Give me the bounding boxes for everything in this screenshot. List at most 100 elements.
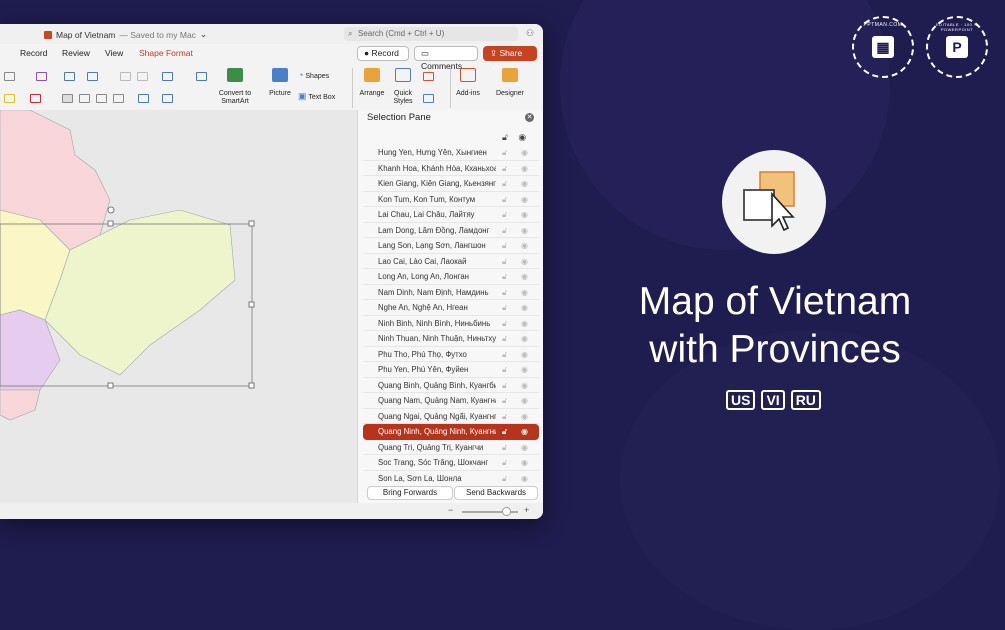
- eye-icon[interactable]: ◉: [521, 223, 528, 239]
- eye-icon[interactable]: ◉: [521, 300, 528, 316]
- lock-icon[interactable]: 🔓︎: [502, 362, 507, 378]
- selection-list-item[interactable]: Soc Trang, Sóc Trăng, Шокчанг 🔓︎ ◉: [363, 455, 539, 471]
- lock-icon[interactable]: 🔓︎: [502, 424, 507, 440]
- justify-icon[interactable]: [113, 94, 124, 103]
- font-color-icon[interactable]: [4, 72, 15, 81]
- selection-list-item[interactable]: Ninh Thuan, Ninh Thuận, Ниньтхуан 🔓︎ ◉: [363, 331, 539, 347]
- lock-icon[interactable]: 🔓︎: [502, 223, 507, 239]
- eye-icon[interactable]: ◉: [521, 161, 528, 177]
- eye-icon[interactable]: ◉: [521, 176, 528, 192]
- lock-icon[interactable]: 🔓︎: [502, 440, 507, 456]
- close-icon[interactable]: ✕: [525, 113, 534, 122]
- selection-list-item[interactable]: Quang Ngai, Quảng Ngãi, Куангнгай 🔓︎ ◉: [363, 409, 539, 425]
- comments-button[interactable]: ▭ Comments: [414, 46, 478, 71]
- slide-canvas[interactable]: [0, 110, 357, 503]
- lock-icon[interactable]: 🔓︎: [502, 378, 507, 394]
- eye-icon[interactable]: ◉: [521, 424, 528, 440]
- eye-icon[interactable]: ◉: [521, 440, 528, 456]
- align-text-icon[interactable]: [162, 94, 173, 103]
- align-left-icon[interactable]: [62, 94, 73, 103]
- lock-icon[interactable]: 🔓︎: [502, 192, 507, 208]
- tab-record[interactable]: Record: [20, 48, 47, 58]
- lock-icon[interactable]: 🔓︎: [502, 300, 507, 316]
- eye-icon[interactable]: ◉: [521, 238, 528, 254]
- vietnam-map[interactable]: [0, 110, 357, 503]
- quick-styles-button[interactable]: Quick Styles: [390, 68, 416, 106]
- eye-icon[interactable]: ◉: [521, 393, 528, 409]
- document-title[interactable]: Map of Vietnam — Saved to my Mac ⌄: [44, 29, 207, 40]
- eye-icon[interactable]: ◉: [521, 347, 528, 363]
- decrease-indent-icon[interactable]: [120, 72, 131, 81]
- arrange-button[interactable]: Arrange: [357, 68, 387, 97]
- selection-list-item[interactable]: Phu Tho, Phú Thọ, Футхо 🔓︎ ◉: [363, 347, 539, 363]
- eye-icon[interactable]: ◉: [521, 316, 528, 332]
- zoom-out-button[interactable]: −: [448, 505, 453, 515]
- tab-review[interactable]: Review: [62, 48, 90, 58]
- align-right-icon[interactable]: [96, 94, 107, 103]
- text-direction-icon[interactable]: [138, 94, 149, 103]
- selection-list-item[interactable]: Lang Son, Lạng Sơn, Лангшон 🔓︎ ◉: [363, 238, 539, 254]
- tab-view[interactable]: View: [105, 48, 123, 58]
- lock-icon[interactable]: 🔓︎: [502, 254, 507, 270]
- selection-list-item[interactable]: Son La, Sơn La, Шонла 🔓︎ ◉: [363, 471, 539, 486]
- selection-list-item[interactable]: Long An, Long An, Лонган 🔓︎ ◉: [363, 269, 539, 285]
- show-all-icon[interactable]: ◉: [518, 132, 526, 142]
- eye-icon[interactable]: ◉: [521, 192, 528, 208]
- increase-indent-icon[interactable]: [137, 72, 148, 81]
- selection-list-item[interactable]: Khanh Hoa, Khánh Hòa, Кханьхоа 🔓︎ ◉: [363, 161, 539, 177]
- lock-icon[interactable]: 🔓︎: [502, 145, 507, 161]
- selection-list-item[interactable]: Lao Cai, Lào Cai, Лаокай 🔓︎ ◉: [363, 254, 539, 270]
- selection-list-item[interactable]: Hung Yen, Hưng Yên, Хынгиен 🔓︎ ◉: [363, 145, 539, 161]
- bullets-icon[interactable]: [64, 72, 75, 81]
- send-backwards-button[interactable]: Send Backwards: [454, 486, 538, 500]
- selection-list-item[interactable]: Nam Dinh, Nam Định, Намдинь 🔓︎ ◉: [363, 285, 539, 301]
- selection-list-item[interactable]: Quang Tri, Quảng Trị, Куангчи 🔓︎ ◉: [363, 440, 539, 456]
- selection-list-item[interactable]: Lai Chau, Lai Châu, Лайтяу 🔓︎ ◉: [363, 207, 539, 223]
- selection-list-item[interactable]: Phu Yen, Phú Yên, Фуйен 🔓︎ ◉: [363, 362, 539, 378]
- eye-icon[interactable]: ◉: [521, 409, 528, 425]
- textbox-button[interactable]: ▣ Text Box: [298, 91, 344, 102]
- lock-icon[interactable]: 🔓︎: [502, 161, 507, 177]
- picture-button[interactable]: Picture: [265, 68, 295, 97]
- eye-icon[interactable]: ◉: [521, 331, 528, 347]
- lock-icon[interactable]: 🔓︎: [502, 331, 507, 347]
- eye-icon[interactable]: ◉: [521, 455, 528, 471]
- tab-shape-format[interactable]: Shape Format: [139, 48, 193, 58]
- selection-list-item[interactable]: Nghe An, Nghệ An, Нгеан 🔓︎ ◉: [363, 300, 539, 316]
- selection-list-item[interactable]: Kon Tum, Kon Tum, Контум 🔓︎ ◉: [363, 192, 539, 208]
- selection-list-item[interactable]: Quang Binh, Quảng Bình, Куангбинь 🔓︎ ◉: [363, 378, 539, 394]
- text-color-icon[interactable]: [30, 94, 41, 103]
- lock-icon[interactable]: 🔓︎: [502, 409, 507, 425]
- selection-list-item[interactable]: Ninh Binh, Ninh Bình, Ниньбинь 🔓︎ ◉: [363, 316, 539, 332]
- lock-icon[interactable]: 🔓︎: [502, 455, 507, 471]
- lock-icon[interactable]: 🔓︎: [502, 285, 507, 301]
- share-button[interactable]: ⇪ Share ⌄: [483, 46, 537, 71]
- lock-icon[interactable]: 🔓︎: [502, 269, 507, 285]
- lock-icon[interactable]: 🔓︎: [502, 471, 507, 486]
- highlight-icon[interactable]: [4, 94, 15, 103]
- align-center-icon[interactable]: [79, 94, 90, 103]
- columns-icon[interactable]: [196, 72, 207, 81]
- selection-list-item[interactable]: Quang Nam, Quảng Nam, Куангнам 🔓︎ ◉: [363, 393, 539, 409]
- lock-icon[interactable]: 🔓︎: [502, 393, 507, 409]
- eye-icon[interactable]: ◉: [521, 471, 528, 486]
- convert-smartart-button[interactable]: Convert to SmartArt: [214, 68, 256, 106]
- eye-icon[interactable]: ◉: [521, 285, 528, 301]
- lock-icon[interactable]: 🔓︎: [502, 316, 507, 332]
- lock-icon[interactable]: 🔓︎: [502, 207, 507, 223]
- eye-icon[interactable]: ◉: [521, 269, 528, 285]
- eye-icon[interactable]: ◉: [521, 362, 528, 378]
- eye-icon[interactable]: ◉: [521, 207, 528, 223]
- lock-all-icon[interactable]: 🔓︎: [502, 132, 508, 142]
- shape-fill-icon[interactable]: [423, 72, 434, 81]
- line-spacing-icon[interactable]: [162, 72, 173, 81]
- search-input[interactable]: ⌕ Search (Cmd + Ctrl + U): [344, 27, 518, 41]
- zoom-slider-knob[interactable]: [502, 507, 511, 516]
- zoom-in-button[interactable]: +: [524, 505, 529, 515]
- addins-button[interactable]: Add-ins: [455, 68, 481, 97]
- selection-list-item[interactable]: Lam Dong, Lâm Đồng, Ламдонг 🔓︎ ◉: [363, 223, 539, 239]
- collaborate-icon[interactable]: ⚇: [526, 28, 534, 39]
- shape-outline-icon[interactable]: [423, 94, 434, 103]
- text-effects-icon[interactable]: [36, 72, 47, 81]
- lock-icon[interactable]: 🔓︎: [502, 238, 507, 254]
